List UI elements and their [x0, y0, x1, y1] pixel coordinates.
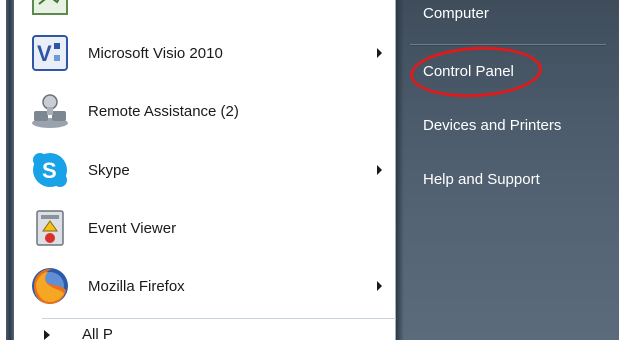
program-label: Remote Assistance (2)	[88, 102, 239, 120]
start-menu-frame	[0, 0, 14, 340]
program-label: Microsoft Visio 2010	[88, 44, 223, 62]
firefox-icon	[30, 266, 70, 306]
submenu-arrow-icon[interactable]	[377, 48, 382, 58]
places-pane: Computer Control Panel Devices and Print…	[396, 0, 619, 340]
svg-text:S: S	[42, 158, 57, 183]
place-computer[interactable]: Computer	[423, 5, 489, 22]
programs-pane: V Microsoft Visio 2010 Remote Assistance…	[14, 0, 400, 340]
program-item-firefox[interactable]: Mozilla Firefox	[30, 260, 390, 312]
highlight-ring	[408, 43, 544, 101]
program-item-cropped[interactable]	[30, 0, 390, 22]
program-label: Mozilla Firefox	[88, 277, 185, 295]
program-label: Event Viewer	[88, 219, 177, 237]
places-divider	[410, 44, 606, 46]
skype-icon: S	[30, 150, 70, 190]
program-item-visio[interactable]: V Microsoft Visio 2010	[30, 27, 390, 79]
place-devices-and-printers[interactable]: Devices and Printers	[423, 117, 561, 134]
program-label: Skype	[88, 161, 130, 179]
places-pane-edge	[396, 0, 404, 340]
place-help-and-support[interactable]: Help and Support	[423, 171, 540, 188]
event-viewer-icon	[30, 208, 70, 248]
program-item-remote-assistance[interactable]: Remote Assistance (2)	[30, 85, 390, 137]
programs-separator	[42, 318, 400, 319]
svg-text:V: V	[37, 41, 52, 66]
all-programs-item[interactable]: All P	[44, 326, 113, 340]
submenu-arrow-icon[interactable]	[377, 281, 382, 291]
visio-icon: V	[30, 33, 70, 73]
remote-assistance-icon	[30, 91, 70, 131]
submenu-arrow-icon[interactable]	[377, 165, 382, 175]
all-programs-arrow-icon	[44, 329, 50, 340]
program-item-event-viewer[interactable]: Event Viewer	[30, 202, 390, 254]
all-programs-label: All P	[82, 326, 113, 340]
start-menu: V Microsoft Visio 2010 Remote Assistance…	[0, 0, 619, 340]
program-item-skype[interactable]: S Skype	[30, 144, 390, 196]
spreadsheet-icon	[30, 0, 70, 16]
